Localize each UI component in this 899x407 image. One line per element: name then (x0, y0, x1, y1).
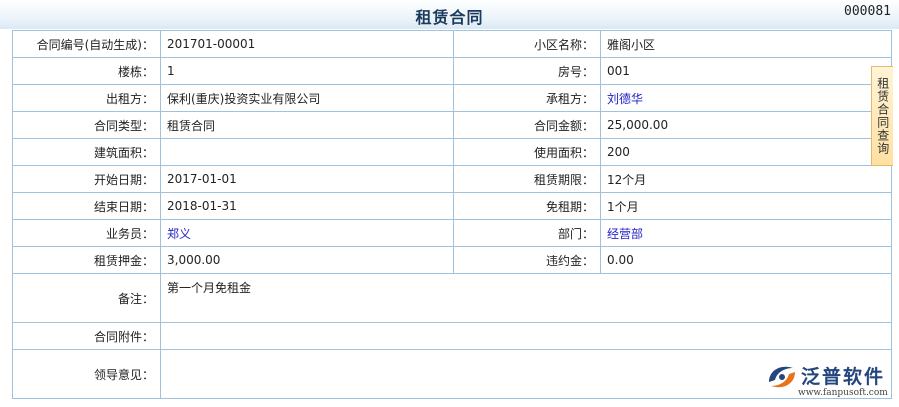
term-label: 租赁期限： (453, 165, 601, 193)
form-number: 000081 (844, 4, 891, 19)
fanpu-logo: 泛普软件 www.fanpusoft.com (765, 358, 893, 404)
form-row: 领导意见： (12, 349, 892, 399)
department-link[interactable]: 经营部 (600, 219, 892, 247)
brand-name: 泛普软件 (801, 366, 886, 388)
form-row: 合同类型： 租赁合同 合同金额： 25,000.00 (12, 111, 892, 139)
form-row: 业务员： 郑义 部门： 经营部 (12, 219, 892, 247)
page-title: 租赁合同 (415, 8, 484, 27)
contract-type-value: 租赁合同 (160, 111, 454, 139)
community-label: 小区名称： (453, 30, 601, 58)
floor-area-label: 建筑面积： (12, 138, 161, 166)
end-date-label: 结束日期： (12, 192, 161, 220)
salesperson-link[interactable]: 郑义 (160, 219, 454, 247)
free-period-value: 1个月 (600, 192, 892, 220)
room-value: 001 (600, 57, 892, 85)
contract-form: 合同编号(自动生成)： 201701-00001 小区名称： 雅阁小区 楼栋： … (12, 30, 892, 399)
penalty-label: 违约金： (453, 246, 601, 274)
form-row: 出租方： 保利(重庆)投资实业有限公司 承租方： 刘德华 (12, 84, 892, 112)
penalty-value: 0.00 (600, 246, 892, 274)
term-value: 12个月 (600, 165, 892, 193)
usable-area-label: 使用面积： (453, 138, 601, 166)
form-row: 租赁押金： 3,000.00 违约金： 0.00 (12, 246, 892, 274)
room-label: 房号： (453, 57, 601, 85)
attachments-value[interactable] (160, 322, 892, 350)
remarks-label: 备注： (12, 273, 161, 323)
contract-no-label: 合同编号(自动生成)： (12, 30, 161, 58)
contract-type-label: 合同类型： (12, 111, 161, 139)
lessor-label: 出租方： (12, 84, 161, 112)
department-label: 部门： (453, 219, 601, 247)
form-row: 合同编号(自动生成)： 201701-00001 小区名称： 雅阁小区 (12, 30, 892, 58)
lessee-label: 承租方： (453, 84, 601, 112)
building-label: 楼栋： (12, 57, 161, 85)
attachments-label: 合同附件： (12, 322, 161, 350)
amount-label: 合同金额： (453, 111, 601, 139)
form-row: 楼栋： 1 房号： 001 (12, 57, 892, 85)
amount-value: 25,000.00 (600, 111, 892, 139)
form-row: 结束日期： 2018-01-31 免租期： 1个月 (12, 192, 892, 220)
usable-area-value: 200 (600, 138, 892, 166)
fanpu-logo-icon (769, 366, 795, 388)
building-value: 1 (160, 57, 454, 85)
leader-opinion-label: 领导意见： (12, 349, 161, 399)
community-value: 雅阁小区 (600, 30, 892, 58)
contract-query-tab[interactable]: 租赁合同查询 (871, 66, 893, 166)
contract-no-value: 201701-00001 (160, 30, 454, 58)
deposit-label: 租赁押金： (12, 246, 161, 274)
free-period-label: 免租期： (453, 192, 601, 220)
form-row: 建筑面积： 使用面积： 200 (12, 138, 892, 166)
floor-area-value (160, 138, 454, 166)
lessee-link[interactable]: 刘德华 (600, 84, 892, 112)
form-row: 开始日期： 2017-01-01 租赁期限： 12个月 (12, 165, 892, 193)
title-bar: 租赁合同 000081 (0, 0, 899, 29)
remarks-value: 第一个月免租金 (160, 273, 892, 323)
form-row: 备注： 第一个月免租金 (12, 273, 892, 323)
salesperson-label: 业务员： (12, 219, 161, 247)
deposit-value: 3,000.00 (160, 246, 454, 274)
start-date-label: 开始日期： (12, 165, 161, 193)
form-row: 合同附件： (12, 322, 892, 350)
start-date-value: 2017-01-01 (160, 165, 454, 193)
lessor-value: 保利(重庆)投资实业有限公司 (160, 84, 454, 112)
brand-url: www.fanpusoft.com (798, 388, 888, 398)
end-date-value: 2018-01-31 (160, 192, 454, 220)
